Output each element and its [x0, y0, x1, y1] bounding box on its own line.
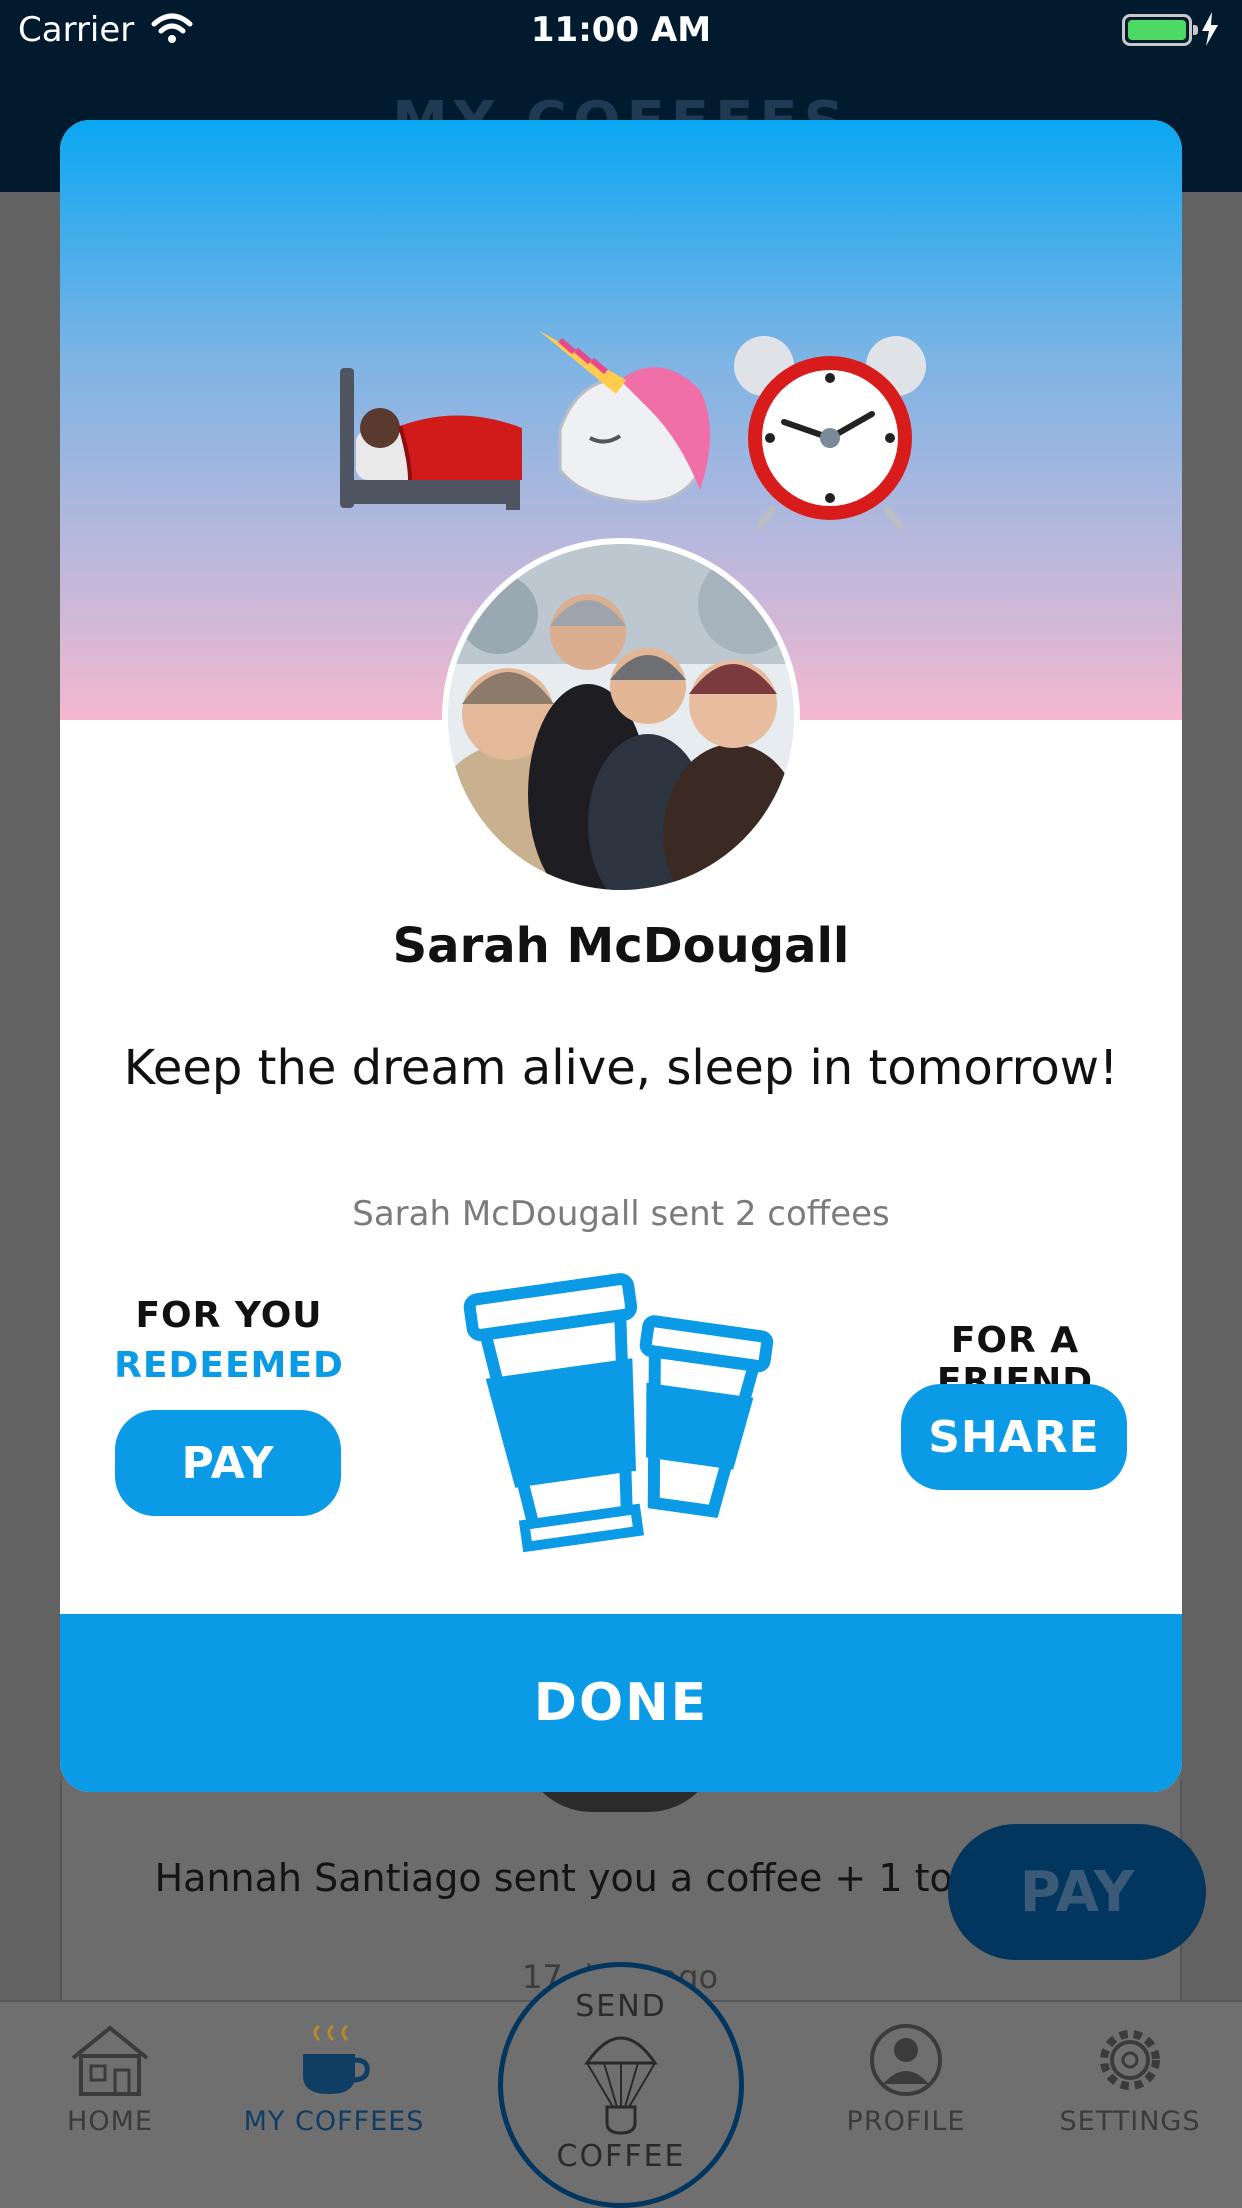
for-you-label: FOR YOU — [135, 1295, 323, 1336]
unicorn-emoji — [538, 330, 710, 504]
two-coffee-cups-icon — [463, 1273, 774, 1553]
person-icon — [870, 2024, 942, 2096]
bed-emoji — [340, 368, 522, 510]
card-pay-button[interactable]: PAY — [948, 1824, 1206, 1960]
done-button[interactable]: DONE — [60, 1614, 1182, 1792]
sender-avatar — [442, 538, 800, 896]
tab-home[interactable]: HOME — [0, 2020, 220, 2137]
battery-icon — [1122, 14, 1198, 46]
tab-my-coffees-label: MY COFFEES — [243, 2106, 425, 2137]
alarm-clock-emoji — [734, 336, 926, 530]
tab-settings-label: SETTINGS — [1059, 2106, 1201, 2137]
sent-info: Sarah McDougall sent 2 coffees — [352, 1194, 890, 1234]
tab-home-label: HOME — [67, 2106, 153, 2137]
house-icon — [71, 2025, 149, 2096]
coffee-cup-icon — [303, 2024, 370, 2094]
status-time: 11:00 AM — [530, 10, 712, 50]
gift-message: Keep the dream alive, sleep in tomorrow! — [123, 1040, 1119, 1096]
sender-name: Sarah McDougall — [392, 918, 850, 974]
status-bar: Carrier 11:00 AM — [0, 0, 1242, 60]
tab-profile[interactable]: PROFILE — [796, 2020, 1016, 2137]
tab-profile-label: PROFILE — [846, 2106, 966, 2137]
parachute-cup-icon — [584, 2036, 658, 2135]
tab-settings[interactable]: SETTINGS — [1020, 2020, 1240, 2137]
send-coffee-bottom-label: COFFEE — [556, 2139, 686, 2174]
send-coffee-top-label: SEND — [575, 1989, 667, 2024]
pay-button[interactable]: PAY — [115, 1410, 341, 1516]
emoji-row — [340, 330, 926, 530]
redeemed-status: REDEEMED — [114, 1345, 344, 1386]
send-coffee-button[interactable]: SEND COFFEE — [498, 1962, 744, 2208]
charging-icon — [1200, 12, 1220, 50]
coffee-gift-modal: Sarah McDougall Keep the dream alive, sl… — [60, 120, 1182, 1792]
tab-my-coffees[interactable]: MY COFFEES — [224, 2020, 444, 2137]
gear-icon — [1100, 2030, 1160, 2090]
share-button[interactable]: SHARE — [901, 1384, 1127, 1490]
